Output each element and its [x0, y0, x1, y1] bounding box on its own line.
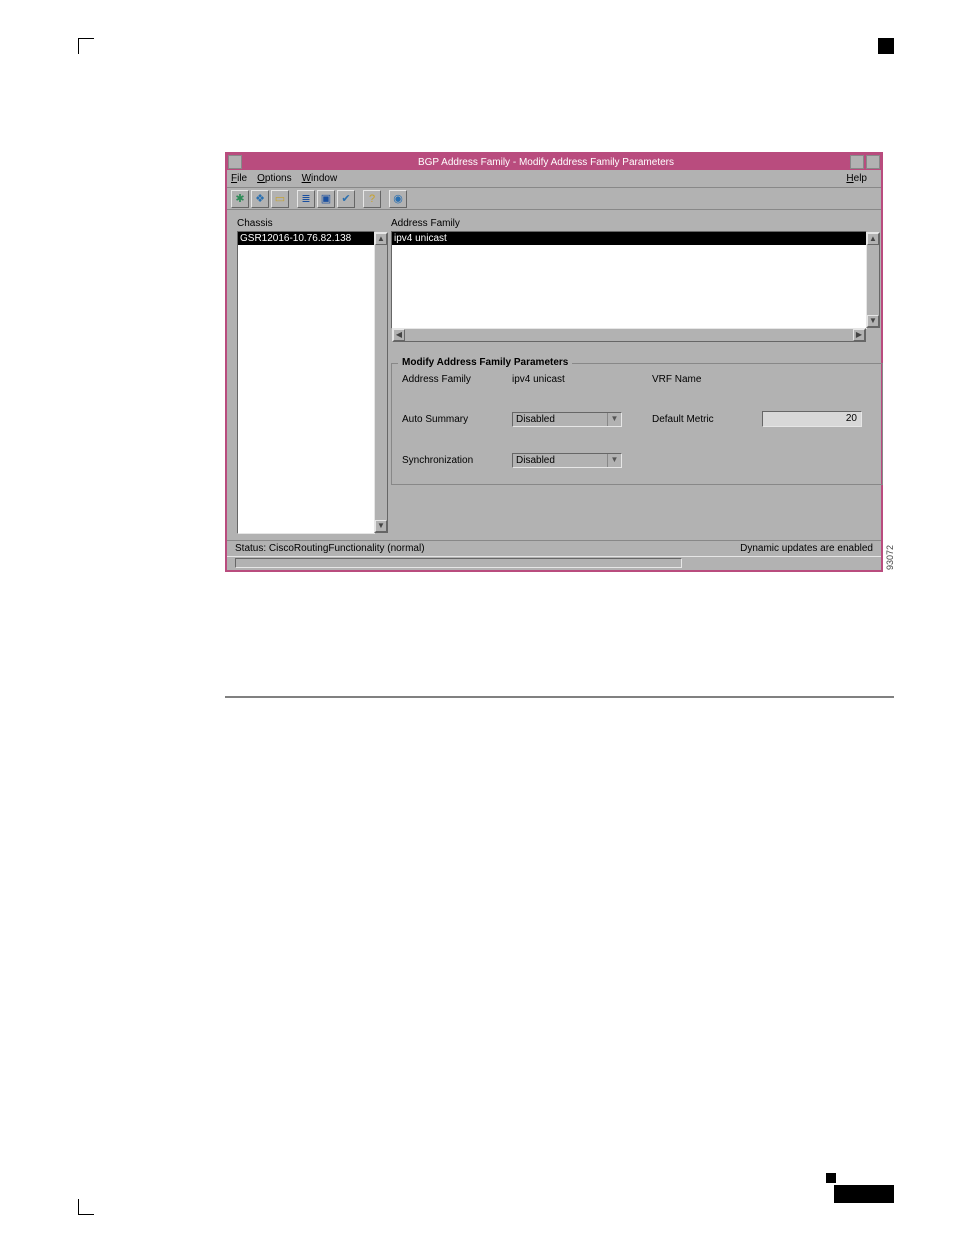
title-bar: BGP Address Family - Modify Address Fami…: [227, 154, 881, 170]
chassis-label: Chassis: [237, 218, 375, 229]
chassis-scrollbar-v[interactable]: ▲ ▼: [374, 232, 388, 533]
vrf-name-label: VRF Name: [652, 374, 752, 385]
maximize-button[interactable]: [866, 155, 880, 169]
dynamic-updates-text: Dynamic updates are enabled: [740, 543, 873, 554]
af-scrollbar-v[interactable]: ▲ ▼: [866, 232, 880, 328]
address-family-listbox[interactable]: ipv4 unicast ▲ ▼ ◀ ▶: [391, 231, 867, 329]
toolbar-info-icon[interactable]: ◉: [389, 190, 407, 208]
scroll-down-icon[interactable]: ▼: [867, 315, 879, 327]
chevron-down-icon[interactable]: ▼: [607, 454, 621, 467]
auto-summary-dropdown[interactable]: Disabled ▼: [512, 412, 622, 427]
figure-id: 93072: [885, 545, 895, 570]
fieldset-legend: Modify Address Family Parameters: [398, 357, 572, 368]
af-field-label: Address Family: [402, 374, 502, 385]
default-metric-label: Default Metric: [652, 414, 752, 425]
default-metric-input[interactable]: 20: [762, 411, 862, 427]
menu-file[interactable]: File: [231, 173, 247, 184]
progress-trough: [235, 558, 682, 568]
toolbar-open-icon[interactable]: ▭: [271, 190, 289, 208]
chassis-panel: Chassis GSR12016-10.76.82.138 ▲ ▼: [237, 218, 375, 534]
auto-summary-label: Auto Summary: [402, 414, 502, 425]
scroll-up-icon[interactable]: ▲: [375, 233, 387, 245]
minimize-button[interactable]: [850, 155, 864, 169]
toolbar: ✱ ❖ ▭ ≣ ▣ ✔ ? ◉: [227, 188, 881, 210]
synchronization-label: Synchronization: [402, 455, 502, 466]
progress-bar-area: [227, 556, 881, 570]
status-text: Status: CiscoRoutingFunctionality (norma…: [235, 543, 425, 554]
chassis-listbox[interactable]: GSR12016-10.76.82.138 ▲ ▼: [237, 231, 375, 534]
af-field-value: ipv4 unicast: [512, 374, 642, 385]
status-bar: Status: CiscoRoutingFunctionality (norma…: [227, 540, 881, 556]
chevron-down-icon[interactable]: ▼: [607, 413, 621, 426]
auto-summary-value: Disabled: [513, 413, 607, 426]
scroll-left-icon[interactable]: ◀: [393, 329, 405, 341]
address-family-item[interactable]: ipv4 unicast: [392, 232, 866, 245]
toolbar-help-icon[interactable]: ?: [363, 190, 381, 208]
app-window: BGP Address Family - Modify Address Fami…: [225, 152, 883, 572]
chassis-item[interactable]: GSR12016-10.76.82.138: [238, 232, 374, 245]
af-scrollbar-h[interactable]: ◀ ▶: [392, 328, 866, 342]
scroll-up-icon[interactable]: ▲: [867, 233, 879, 245]
scroll-right-icon[interactable]: ▶: [853, 329, 865, 341]
toolbar-stack-icon[interactable]: ❖: [251, 190, 269, 208]
toolbar-screen-icon[interactable]: ▣: [317, 190, 335, 208]
toolbar-list-icon[interactable]: ≣: [297, 190, 315, 208]
modify-af-params-fieldset: Modify Address Family Parameters Address…: [391, 363, 883, 485]
system-menu-icon[interactable]: [228, 155, 242, 169]
menu-help[interactable]: Help: [846, 173, 867, 184]
address-family-label: Address Family: [391, 218, 883, 229]
synchronization-value: Disabled: [513, 454, 607, 467]
menu-window[interactable]: Window: [302, 173, 338, 184]
scroll-down-icon[interactable]: ▼: [375, 520, 387, 532]
toolbar-run-icon[interactable]: ✱: [231, 190, 249, 208]
menu-bar: File Options Window Help: [227, 170, 881, 188]
window-title: BGP Address Family - Modify Address Fami…: [243, 157, 849, 168]
menu-options[interactable]: Options: [257, 173, 291, 184]
toolbar-check-icon[interactable]: ✔: [337, 190, 355, 208]
synchronization-dropdown[interactable]: Disabled ▼: [512, 453, 622, 468]
